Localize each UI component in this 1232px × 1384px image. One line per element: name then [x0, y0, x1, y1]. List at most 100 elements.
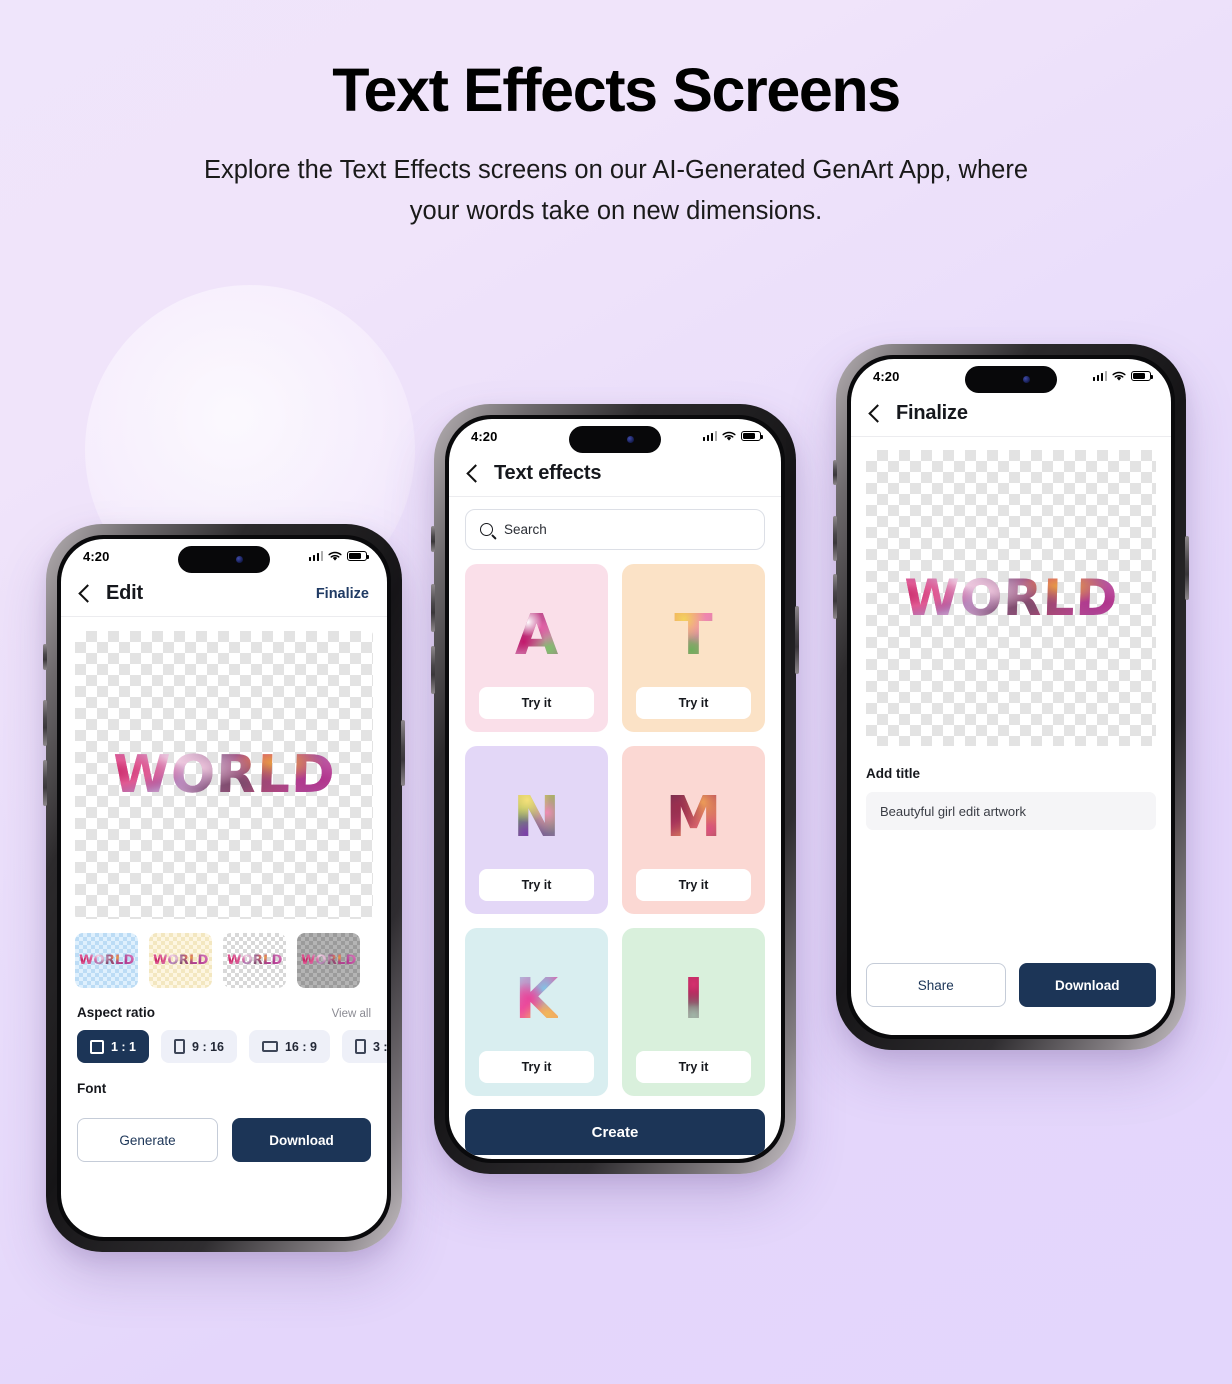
- artwork-preview[interactable]: WORLD: [864, 450, 1158, 746]
- try-it-button[interactable]: Try it: [479, 687, 594, 719]
- dynamic-island: [965, 366, 1057, 393]
- effect-letter: T: [674, 603, 713, 668]
- chip-label: 16 : 9: [284, 1039, 317, 1054]
- volume-down-button[interactable]: [43, 760, 47, 806]
- try-it-button[interactable]: Try it: [636, 1051, 751, 1083]
- share-button[interactable]: Share: [866, 963, 1006, 1007]
- cellular-icon: [308, 551, 323, 561]
- navbar-edit: Edit Finalize: [61, 573, 387, 617]
- aspect-ratio-chip-3[interactable]: 3 :: [341, 1030, 387, 1063]
- power-button[interactable]: [401, 720, 405, 786]
- effect-letter: N: [513, 785, 560, 850]
- cellular-icon: [1092, 371, 1107, 381]
- aspect-ratio-chips[interactable]: 1 : 1 9 : 16 16 : 9 3 :: [61, 1020, 387, 1063]
- battery-icon: [741, 430, 764, 442]
- effect-letter: K: [514, 967, 559, 1032]
- font-label: Font: [77, 1081, 107, 1096]
- edit-action-bar: Generate Download: [61, 1096, 387, 1162]
- chevron-left-icon[interactable]: [868, 404, 887, 423]
- volume-down-button[interactable]: [833, 574, 837, 619]
- finalize-button[interactable]: Finalize: [316, 586, 369, 602]
- search-input[interactable]: Search: [465, 509, 765, 550]
- portrait-rect-icon: [174, 1039, 186, 1054]
- thumbnail-option[interactable]: WORLD: [297, 933, 360, 988]
- wifi-icon: [1112, 371, 1126, 381]
- artwork-canvas[interactable]: WORLD: [73, 631, 375, 919]
- chevron-left-icon[interactable]: [466, 464, 485, 483]
- title-input-value: Beautyful girl edit artwork: [880, 803, 1026, 819]
- dynamic-island: [569, 426, 661, 453]
- volume-up-button[interactable]: [833, 516, 837, 561]
- try-it-button[interactable]: Try it: [636, 687, 751, 719]
- page-title: Text Effects Screens: [332, 56, 901, 124]
- front-camera-icon: [235, 556, 243, 563]
- aspect-ratio-chip-16-9[interactable]: 16 : 9: [248, 1030, 330, 1063]
- effect-card-m[interactable]: M Try it: [622, 746, 765, 914]
- screen-text-effects: 4:20 Text effects Search A Try it T Try …: [449, 419, 781, 1159]
- try-it-button[interactable]: Try it: [479, 1051, 594, 1083]
- status-time: 4:20: [873, 368, 900, 384]
- aspect-ratio-label: Aspect ratio: [77, 1005, 156, 1020]
- try-it-button[interactable]: Try it: [636, 869, 751, 901]
- font-section: Font: [61, 1063, 387, 1096]
- effect-card-a[interactable]: A Try it: [465, 564, 608, 732]
- aspect-ratio-chip-9-16[interactable]: 9 : 16: [161, 1030, 237, 1063]
- thumbnail-label: WORLD: [226, 953, 283, 968]
- aspect-ratio-header: Aspect ratio View all: [61, 988, 387, 1020]
- silent-switch[interactable]: [431, 526, 435, 552]
- status-bar: 4:20: [449, 419, 781, 453]
- effect-card-t[interactable]: T Try it: [622, 564, 765, 732]
- thumbnail-label: WORLD: [152, 953, 209, 968]
- thumbnail-option[interactable]: WORLD: [223, 933, 286, 988]
- status-time: 4:20: [471, 428, 498, 444]
- page-subtitle: Explore the Text Effects screens on our …: [203, 155, 1029, 226]
- effect-letter: I: [683, 967, 704, 1032]
- screen-edit: 4:20 Edit Finalize WORLD WORLD WORLD WOR…: [61, 539, 387, 1237]
- effect-card-i[interactable]: I Try it: [622, 928, 765, 1096]
- phone-mockup-finalize: 4:20 Finalize WORLD Add title Beautyful …: [833, 344, 1189, 1050]
- power-button[interactable]: [1185, 536, 1189, 600]
- artwork-word: WORLD: [73, 745, 375, 805]
- navbar-text-effects: Text effects: [449, 453, 781, 497]
- download-button[interactable]: Download: [1018, 963, 1156, 1007]
- dynamic-island: [178, 546, 270, 573]
- effect-card-n[interactable]: N Try it: [465, 746, 608, 914]
- search-placeholder: Search: [504, 522, 547, 537]
- wifi-icon: [722, 431, 736, 441]
- chip-label: 3 :: [372, 1039, 387, 1054]
- add-title-section: Add title: [851, 746, 1171, 781]
- volume-up-button[interactable]: [43, 700, 47, 746]
- power-button[interactable]: [795, 606, 799, 674]
- search-icon: [480, 523, 493, 536]
- status-bar: 4:20: [61, 539, 387, 573]
- status-time: 4:20: [83, 548, 110, 564]
- cellular-icon: [702, 431, 717, 441]
- create-button[interactable]: Create: [465, 1109, 765, 1155]
- try-it-button[interactable]: Try it: [479, 869, 594, 901]
- effect-letter: A: [514, 603, 559, 668]
- finalize-action-bar: Share Download: [866, 963, 1156, 1007]
- page-header: Text Effects Screens Explore the Text Ef…: [0, 56, 1232, 232]
- volume-down-button[interactable]: [431, 646, 435, 694]
- effect-card-k[interactable]: K Try it: [465, 928, 608, 1096]
- view-all-link[interactable]: View all: [332, 1008, 371, 1020]
- thumbnail-option[interactable]: WORLD: [75, 933, 138, 988]
- download-button[interactable]: Download: [232, 1118, 371, 1162]
- effects-grid: A Try it T Try it N Try it M Try it K Tr…: [449, 550, 781, 1096]
- volume-up-button[interactable]: [431, 584, 435, 632]
- title-input[interactable]: Beautyful girl edit artwork: [866, 792, 1156, 830]
- aspect-ratio-chip-1-1[interactable]: 1 : 1: [77, 1030, 150, 1063]
- generate-button[interactable]: Generate: [77, 1118, 218, 1162]
- chip-label: 1 : 1: [111, 1039, 137, 1054]
- page-title-finalize: Finalize: [896, 402, 968, 424]
- chip-label: 9 : 16: [192, 1039, 224, 1054]
- artwork-word: WORLD: [864, 569, 1158, 627]
- thumbnail-option[interactable]: WORLD: [149, 933, 212, 988]
- chevron-left-icon[interactable]: [78, 584, 97, 603]
- thumbnail-label: WORLD: [78, 953, 135, 968]
- front-camera-icon: [1022, 376, 1030, 383]
- silent-switch[interactable]: [43, 644, 47, 670]
- effect-letter: M: [665, 785, 722, 850]
- silent-switch[interactable]: [833, 460, 837, 485]
- screen-finalize: 4:20 Finalize WORLD Add title Beautyful …: [851, 359, 1171, 1035]
